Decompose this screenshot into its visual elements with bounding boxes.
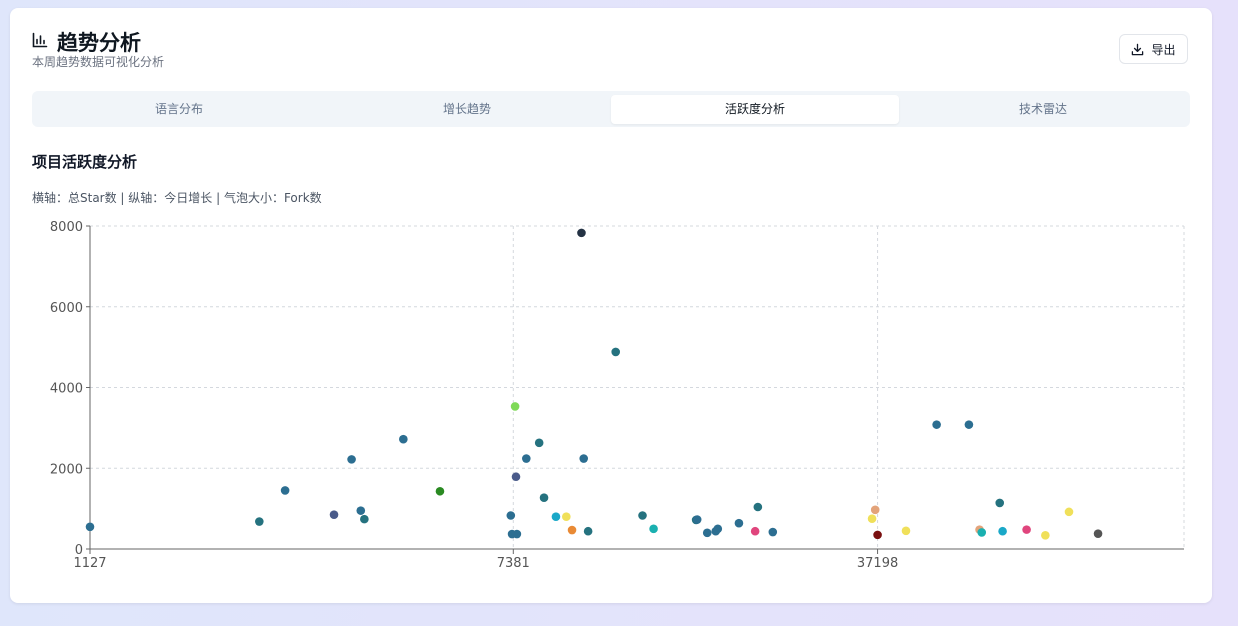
scatter-point[interactable] bbox=[1093, 529, 1103, 538]
scatter-point[interactable] bbox=[562, 512, 571, 521]
scatter-point[interactable] bbox=[506, 511, 516, 520]
scatter-point[interactable] bbox=[577, 228, 586, 238]
x-tick-label: 37198 bbox=[857, 556, 898, 571]
y-tick-label: 2000 bbox=[50, 462, 83, 477]
scatter-point[interactable] bbox=[964, 420, 974, 429]
scatter-point[interactable] bbox=[522, 454, 531, 463]
scatter-point[interactable] bbox=[551, 512, 561, 521]
scatter-point[interactable] bbox=[329, 510, 339, 519]
scatter-point[interactable] bbox=[512, 529, 522, 539]
scatter-point[interactable] bbox=[1041, 530, 1050, 540]
scatter-point[interactable] bbox=[1022, 525, 1031, 534]
scatter-point[interactable] bbox=[932, 420, 941, 429]
activity-scatter-chart: 020004000600080001127 7381 37198 bbox=[50, 220, 1185, 571]
scatter-point[interactable] bbox=[511, 472, 521, 482]
scatter-point[interactable] bbox=[347, 455, 356, 464]
scatter-point[interactable] bbox=[713, 524, 723, 534]
scatter-point[interactable] bbox=[995, 498, 1005, 508]
scatter-point[interactable] bbox=[692, 515, 702, 524]
scatter-point[interactable] bbox=[539, 493, 549, 503]
scatter-point[interactable] bbox=[583, 526, 593, 536]
scatter-point[interactable] bbox=[611, 347, 621, 357]
scatter-point[interactable] bbox=[399, 434, 408, 444]
y-tick-label: 4000 bbox=[50, 382, 83, 397]
scatter-point[interactable] bbox=[977, 528, 987, 537]
y-tick-label: 8000 bbox=[50, 220, 83, 235]
scatter-point[interactable] bbox=[867, 514, 877, 524]
scatter-point[interactable] bbox=[638, 511, 647, 520]
y-tick-label: 6000 bbox=[50, 301, 83, 316]
scatter-point[interactable] bbox=[1064, 507, 1074, 517]
scatter-point[interactable] bbox=[734, 518, 744, 528]
scatter-point[interactable] bbox=[85, 522, 95, 532]
scatter-point[interactable] bbox=[768, 527, 778, 537]
scatter-point[interactable] bbox=[702, 528, 712, 538]
scatter-point[interactable] bbox=[360, 514, 369, 524]
scatter-point[interactable] bbox=[873, 530, 882, 540]
scatter-point[interactable] bbox=[255, 517, 264, 526]
scatter-point[interactable] bbox=[750, 526, 760, 536]
scatter-point[interactable] bbox=[356, 506, 366, 515]
chart-points bbox=[85, 228, 1103, 540]
scatter-point[interactable] bbox=[649, 524, 658, 534]
scatter-point[interactable] bbox=[435, 486, 445, 496]
scatter-point[interactable] bbox=[753, 502, 763, 512]
scatter-point[interactable] bbox=[510, 402, 520, 411]
scatter-point[interactable] bbox=[579, 454, 589, 463]
scatter-point[interactable] bbox=[534, 438, 544, 448]
scatter-point[interactable] bbox=[567, 525, 577, 535]
scatter-point[interactable] bbox=[870, 505, 880, 515]
scatter-point[interactable] bbox=[280, 486, 290, 495]
scatter-point[interactable] bbox=[998, 526, 1007, 536]
chart-axes: 020004000600080001127 7381 37198 bbox=[50, 220, 1184, 571]
x-tick-label: 1127 bbox=[73, 556, 106, 571]
chart-grid bbox=[90, 225, 1185, 549]
x-tick-label: 7381 bbox=[497, 556, 530, 571]
scatter-point[interactable] bbox=[901, 526, 911, 536]
